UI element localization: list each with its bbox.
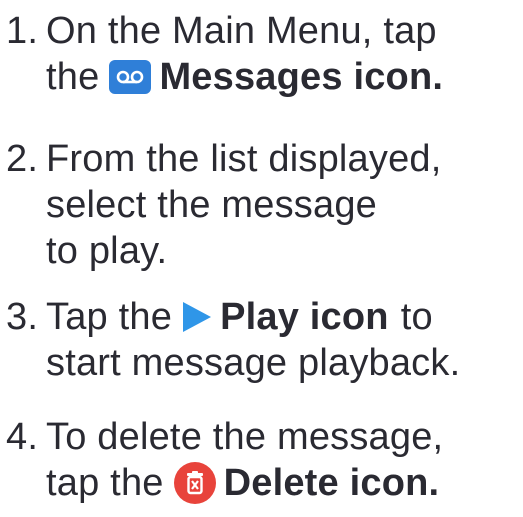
step-text: To delete the message,	[46, 416, 444, 458]
step-number: 4.	[6, 416, 39, 458]
step-3: 3. Tap the Play icon to start message pl…	[6, 294, 460, 386]
play-icon	[178, 299, 214, 335]
step-number: 3.	[6, 296, 39, 338]
step-text: to play.	[46, 230, 168, 272]
step-text: On the Main Menu, tap	[46, 10, 437, 52]
step-text: the	[46, 56, 100, 98]
play-icon-label: Play icon	[220, 296, 389, 338]
voicemail-icon	[109, 60, 152, 94]
messages-icon-label: Messages icon.	[159, 56, 444, 98]
step-text: select the message	[46, 184, 377, 226]
step-text: to	[400, 296, 433, 338]
instructions-page: 1. On the Main Menu, tap the Messages ic…	[0, 0, 523, 517]
step-4: 4. To delete the message, tap the Delete…	[6, 414, 443, 506]
step-2: 2. From the list displayed, select the m…	[6, 136, 442, 274]
step-number: 2.	[6, 138, 39, 180]
step-text: From the list displayed,	[46, 138, 442, 180]
step-1: 1. On the Main Menu, tap the Messages ic…	[6, 8, 443, 100]
delete-icon-label: Delete icon.	[223, 462, 440, 504]
step-number: 1.	[6, 10, 39, 52]
step-text: Tap the	[46, 296, 173, 338]
step-text: start message playback.	[46, 342, 461, 384]
step-text: tap the	[46, 462, 164, 504]
delete-icon	[173, 462, 216, 504]
